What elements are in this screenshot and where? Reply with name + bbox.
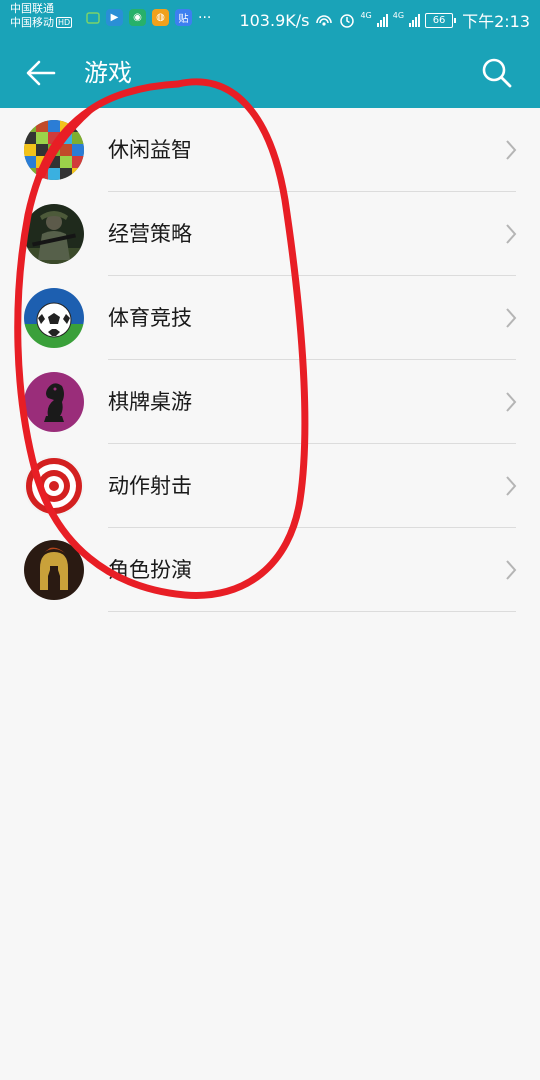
- app-bar: 游戏: [0, 38, 540, 108]
- category-item-board-card[interactable]: 棋牌桌游: [0, 360, 540, 444]
- network-speed: 103.9K/s: [239, 10, 310, 30]
- carrier-info: 中国联通 中国移动 HD: [10, 2, 73, 30]
- clock: 下午2:13: [462, 12, 530, 31]
- tieba-icon: 贴: [175, 9, 192, 26]
- target-icon: [24, 456, 84, 516]
- chevron-right-icon: [506, 476, 517, 496]
- carrier-2: 中国移动: [10, 16, 54, 29]
- page-title: 游戏: [84, 59, 132, 87]
- chevron-right-icon: [506, 140, 517, 160]
- category-item-sports[interactable]: 体育竞技: [0, 276, 540, 360]
- category-list: 休闲益智 经营策略 体育竞技 棋牌桌游 动作射击 角色扮演: [0, 108, 540, 612]
- chevron-right-icon: [506, 560, 517, 580]
- chess-knight-icon: [24, 372, 84, 432]
- status-bar: 中国联通 中国移动 HD ▶ ◉ ◍ 贴 ··· 103.9K/s 4G 4G 6…: [0, 0, 540, 38]
- more-notifications-icon: ···: [198, 9, 212, 26]
- category-item-casual-puzzle[interactable]: 休闲益智: [0, 108, 540, 192]
- divider: [108, 611, 516, 612]
- network-type-2: 4G: [392, 11, 405, 20]
- status-right: 103.9K/s 4G 4G 66 下午2:13: [239, 8, 530, 32]
- category-label: 角色扮演: [108, 558, 192, 582]
- weibo-icon: ◍: [152, 9, 169, 26]
- soccer-ball-icon: [24, 288, 84, 348]
- chevron-right-icon: [506, 308, 517, 328]
- spartan-helmet-icon: [24, 540, 84, 600]
- category-label: 休闲益智: [108, 138, 192, 162]
- chevron-right-icon: [506, 224, 517, 244]
- chevron-right-icon: [506, 392, 517, 412]
- category-item-role-playing[interactable]: 角色扮演: [0, 528, 540, 612]
- carrier-1: 中国联通: [10, 2, 54, 15]
- hd-badge: HD: [56, 17, 73, 28]
- category-label: 动作射击: [108, 474, 192, 498]
- signal-icon-1: [376, 13, 388, 27]
- wechat-icon: [86, 11, 100, 24]
- back-arrow-icon[interactable]: [24, 56, 58, 90]
- search-icon[interactable]: [480, 56, 514, 90]
- soldier-icon: [24, 204, 84, 264]
- camera-icon: ◉: [129, 9, 146, 26]
- signal-icon-2: [409, 13, 421, 27]
- notification-icons: ▶ ◉ ◍ 贴 ···: [86, 9, 211, 26]
- alarm-icon: [340, 14, 355, 28]
- puzzle-icon: [24, 120, 84, 180]
- category-item-action-shooting[interactable]: 动作射击: [0, 444, 540, 528]
- battery-icon: 66: [425, 12, 457, 28]
- category-label: 经营策略: [108, 222, 192, 246]
- hotspot-icon: [316, 15, 333, 26]
- category-item-strategy[interactable]: 经营策略: [0, 192, 540, 276]
- category-label: 棋牌桌游: [108, 390, 192, 414]
- category-label: 体育竞技: [108, 306, 192, 330]
- network-type-1: 4G: [360, 11, 372, 20]
- video-icon: ▶: [106, 9, 123, 26]
